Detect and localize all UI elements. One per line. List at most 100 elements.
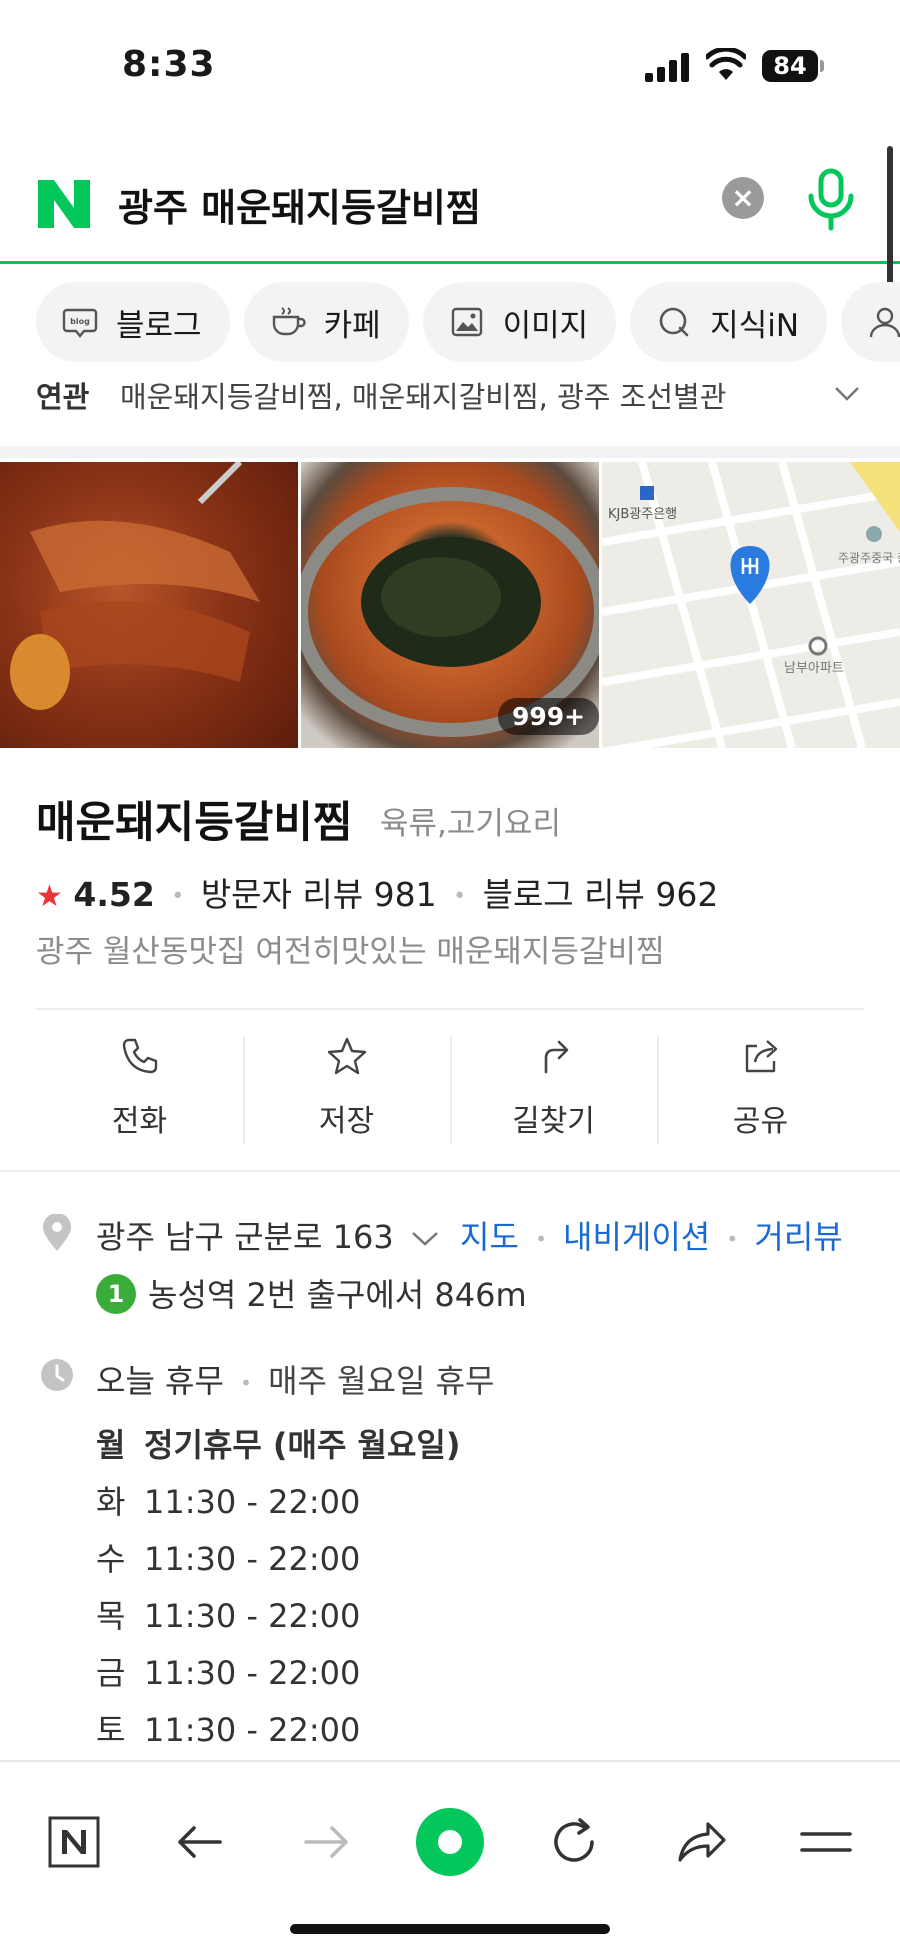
related-label: 연관 bbox=[36, 380, 90, 414]
navigation-link[interactable]: 내비게이션 bbox=[563, 1218, 710, 1256]
hours-time: 11:30 - 22:00 bbox=[144, 1483, 361, 1521]
related-keywords[interactable]: 매운돼지등갈비찜, 매운돼지갈비찜, 광주 조선별관 bbox=[120, 374, 800, 416]
place-category: 육류,고기요리 bbox=[380, 806, 561, 842]
hours-row: 목 11:30 - 22:00 bbox=[96, 1591, 796, 1648]
location-map[interactable]: KJB광주은행 주광주중국 총영사관 남부아파트 bbox=[602, 462, 900, 748]
address-links: 지도 • 내비게이션 • 거리뷰 bbox=[460, 1212, 843, 1258]
status-time: 8:33 bbox=[122, 44, 216, 85]
green-dot-icon[interactable] bbox=[414, 1806, 486, 1878]
place-title: 매운돼지등갈비찜 bbox=[36, 798, 353, 848]
chip-kin[interactable]: 지식iN bbox=[630, 282, 828, 362]
hours-row: 월 정기휴무 (매주 월요일) bbox=[96, 1420, 796, 1477]
hours-day: 토 bbox=[96, 1711, 126, 1749]
svg-text:blog: blog bbox=[70, 317, 90, 326]
search-input[interactable]: 광주 매운돼지등갈비찜 bbox=[118, 177, 481, 232]
chip-more[interactable] bbox=[841, 282, 900, 362]
place-description: 광주 월산동맛집 여전히맛있는 매운돼지등갈비찜 bbox=[36, 934, 665, 970]
hours-list: 월 정기휴무 (매주 월요일) 화 11:30 - 22:00 수 11:30 - 2… bbox=[96, 1420, 796, 1762]
hours-day: 월 bbox=[96, 1426, 126, 1464]
category-chips: blog 블로그 카페 이미지 지식iN bbox=[36, 282, 900, 362]
share-icon bbox=[745, 1040, 777, 1073]
share-icon[interactable] bbox=[670, 1812, 730, 1872]
photo-count-badge[interactable]: 999+ bbox=[498, 698, 600, 735]
chip-label: 이미지 bbox=[502, 307, 589, 344]
map-label-consulate: 주광주중국 총영사관 bbox=[838, 551, 900, 565]
rating-row: ★ 4.52 • 방문자 리뷰 981 • 블로그 리뷰 962 bbox=[36, 868, 718, 916]
clock-icon bbox=[41, 1359, 73, 1391]
mic-icon[interactable] bbox=[804, 168, 858, 232]
action-label: 저장 bbox=[318, 1104, 375, 1139]
hours-time: 11:30 - 22:00 bbox=[144, 1597, 361, 1635]
cellular-signal-icon bbox=[645, 52, 691, 82]
back-icon[interactable] bbox=[170, 1812, 230, 1872]
hours-day: 목 bbox=[96, 1597, 126, 1635]
image-icon bbox=[451, 307, 482, 337]
wifi-icon bbox=[706, 48, 746, 80]
hours-status[interactable]: 오늘 휴무 • 매주 월요일 휴무 bbox=[96, 1356, 495, 1402]
separator-dot: • bbox=[453, 884, 467, 909]
action-label: 길찾기 bbox=[512, 1104, 595, 1139]
chip-cafe[interactable]: 카페 bbox=[243, 282, 409, 362]
save-button[interactable]: 저장 bbox=[243, 1036, 450, 1144]
map-link[interactable]: 지도 bbox=[460, 1218, 519, 1256]
rating-value: 4.52 bbox=[73, 875, 155, 914]
directions-button[interactable]: 길찾기 bbox=[450, 1036, 657, 1144]
subway-directions: 농성역 2번 출구에서 846m bbox=[148, 1276, 527, 1314]
action-label: 전화 bbox=[111, 1104, 168, 1139]
divider bbox=[36, 1008, 864, 1010]
naver-home-icon[interactable] bbox=[44, 1812, 104, 1872]
naver-logo-icon[interactable] bbox=[36, 176, 92, 232]
hours-row: 토 11:30 - 22:00 bbox=[96, 1705, 796, 1762]
chip-label: 카페 bbox=[323, 307, 381, 344]
chevron-down-icon[interactable] bbox=[410, 1228, 440, 1248]
home-indicator[interactable] bbox=[290, 1924, 610, 1934]
hours-row: 수 11:30 - 22:00 bbox=[96, 1534, 796, 1591]
hours-time: 11:30 - 22:00 bbox=[144, 1711, 361, 1749]
street-view-link[interactable]: 거리뷰 bbox=[754, 1218, 842, 1256]
chevron-down-icon[interactable] bbox=[832, 378, 862, 408]
person-icon bbox=[869, 307, 900, 338]
hours-time: 11:30 - 22:00 bbox=[144, 1654, 361, 1692]
map-label-apt: 남부아파트 bbox=[784, 661, 844, 676]
today-status: 오늘 휴무 bbox=[96, 1362, 224, 1400]
hours-note: 매주 월요일 휴무 bbox=[268, 1362, 495, 1400]
clear-search-button[interactable]: × bbox=[722, 177, 764, 219]
food-photo-ribs[interactable] bbox=[0, 462, 298, 748]
separator-dot: • bbox=[171, 884, 185, 909]
menu-icon[interactable] bbox=[796, 1812, 856, 1872]
blog-icon: blog bbox=[62, 308, 98, 338]
call-button[interactable]: 전화 bbox=[36, 1036, 243, 1144]
chip-image[interactable]: 이미지 bbox=[422, 282, 617, 362]
directions-icon bbox=[544, 1040, 568, 1074]
address-text[interactable]: 광주 남구 군분로 163 bbox=[96, 1212, 440, 1258]
chip-label: 블로그 bbox=[116, 307, 202, 344]
visitor-reviews-link[interactable]: 방문자 리뷰 981 bbox=[201, 875, 437, 914]
hours-row: 화 11:30 - 22:00 bbox=[96, 1477, 796, 1534]
chip-blog[interactable]: blog 블로그 bbox=[36, 282, 230, 362]
separator-dot: • bbox=[535, 1227, 547, 1251]
related-searches: 연관 매운돼지등갈비찜, 매운돼지갈비찜, 광주 조선별관 bbox=[0, 366, 900, 458]
address-value: 광주 남구 군분로 163 bbox=[96, 1218, 394, 1256]
hours-day: 화 bbox=[96, 1483, 126, 1521]
cafe-icon bbox=[272, 307, 306, 336]
separator-dot: • bbox=[726, 1227, 739, 1251]
hours-day: 수 bbox=[96, 1540, 126, 1578]
blog-reviews-link[interactable]: 블로그 리뷰 962 bbox=[483, 875, 719, 914]
photo-strip: 999+ KJB광주은행 주광주중국 총영사관 남부아파트 bbox=[0, 462, 900, 748]
forward-icon[interactable] bbox=[296, 1812, 356, 1872]
hours-time: 11:30 - 22:00 bbox=[144, 1540, 361, 1578]
refresh-icon[interactable] bbox=[544, 1812, 604, 1872]
rating-star-icon: ★ bbox=[36, 879, 63, 914]
related-fade bbox=[720, 366, 800, 426]
chip-label: 지식iN bbox=[710, 307, 800, 344]
battery-indicator: 84 bbox=[762, 50, 818, 82]
share-button[interactable]: 공유 bbox=[657, 1036, 864, 1144]
search-bar: 광주 매운돼지등갈비찜 × bbox=[0, 142, 900, 264]
phone-icon bbox=[122, 1038, 157, 1074]
action-bar: 전화 저장 길찾기 공유 bbox=[36, 1036, 864, 1144]
subway-line-badge: 1 bbox=[96, 1274, 136, 1314]
status-bar: 8:33 84 bbox=[0, 0, 900, 130]
map-label-bank: KJB광주은행 bbox=[608, 506, 677, 522]
star-icon bbox=[327, 1037, 366, 1075]
action-label: 공유 bbox=[732, 1104, 789, 1139]
